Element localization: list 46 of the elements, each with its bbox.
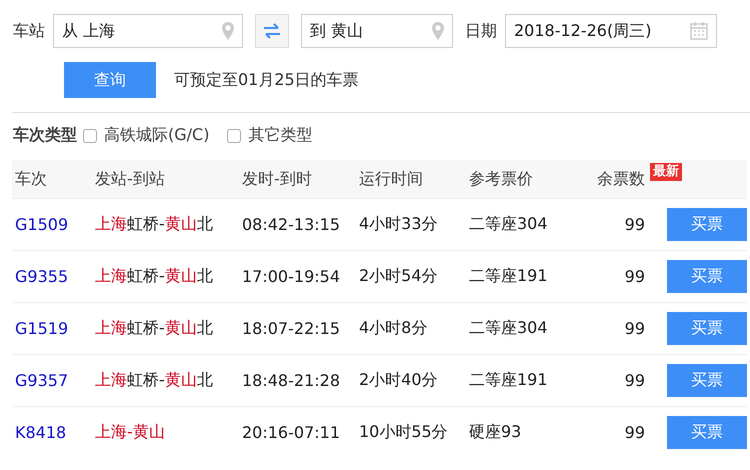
to-field[interactable]: 到 黄山 [301,14,453,48]
price-cell: 二等座304 [469,302,577,354]
duration-cell: 10小时55分 [359,406,469,458]
column-header: 运行时间 [359,160,469,198]
train-number[interactable]: G9355 [12,250,95,302]
time-cell: 17:00-19:54 [242,250,359,302]
route-cell: 上海-黄山 [95,406,242,458]
from-field[interactable]: 从 上海 [53,14,243,48]
remaining-cell: 99 [577,302,645,354]
date-label: 日期 [465,20,497,42]
column-header: 发时-到时 [242,160,359,198]
route-cell: 上海虹桥-黄山北 [95,250,242,302]
price-cell: 二等座191 [469,250,577,302]
time-cell: 08:42-13:15 [242,198,359,250]
duration-cell: 2小时40分 [359,354,469,406]
column-header: 参考票价 [469,160,577,198]
time-cell: 18:48-21:28 [242,354,359,406]
column-header: 车次 [12,160,95,198]
column-header: 余票数 [597,168,645,188]
duration-cell: 4小时33分 [359,198,469,250]
remaining-cell: 99 [577,354,645,406]
train-number[interactable]: G9357 [12,354,95,406]
remaining-cell: 99 [577,250,645,302]
route-cell: 上海虹桥-黄山北 [95,198,242,250]
duration-cell: 4小时8分 [359,302,469,354]
remaining-cell: 99 [577,198,645,250]
route-cell: 上海虹桥-黄山北 [95,302,242,354]
route-cell: 上海虹桥-黄山北 [95,354,242,406]
column-header: 发站-到站 [95,160,242,198]
train-number[interactable]: K8418 [12,406,95,458]
train-number[interactable]: G1509 [12,198,95,250]
booking-notice: 可预定至01月25日的车票 [174,70,359,90]
date-field[interactable]: 2018-12-26(周三) [505,14,717,48]
time-cell: 20:16-07:11 [242,406,359,458]
duration-cell: 2小时54分 [359,250,469,302]
checkbox-label[interactable]: 高铁城际(G/C) [104,125,210,146]
time-cell: 18:07-22:15 [242,302,359,354]
train-type-label: 车次类型 [13,125,77,146]
train-number[interactable]: G1519 [12,302,95,354]
station-label: 车站 [13,20,45,42]
checkbox-label[interactable]: 其它类型 [248,125,312,146]
remaining-cell: 99 [577,406,645,458]
new-badge: 最新 [650,163,682,181]
price-cell: 二等座191 [469,354,577,406]
price-cell: 二等座304 [469,198,577,250]
price-cell: 硬座93 [469,406,577,458]
